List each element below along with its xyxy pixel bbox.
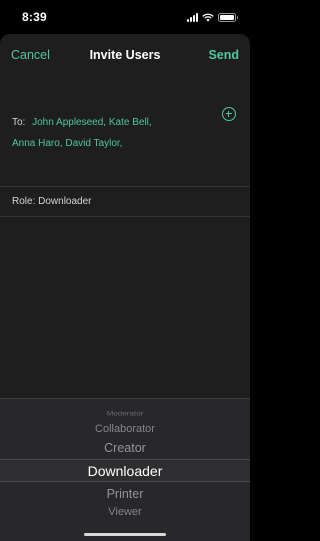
wifi-icon xyxy=(202,13,214,22)
picker-option[interactable]: Viewer xyxy=(0,506,250,518)
picker-option[interactable]: Collaborator xyxy=(0,423,250,435)
status-icons xyxy=(187,12,238,22)
invite-users-sheet: Cancel Invite Users Send To: John Apples… xyxy=(0,34,250,541)
recipient-token[interactable]: Kate Bell, xyxy=(109,117,152,128)
picker-option-selected[interactable]: Downloader xyxy=(0,459,250,482)
recipients-field[interactable]: To: John Appleseed, Kate Bell, Anna Haro… xyxy=(0,76,250,187)
battery-icon xyxy=(218,12,238,22)
recipient-token[interactable]: Anna Haro, xyxy=(12,138,63,149)
recipients-line-2: Anna Haro, David Taylor, xyxy=(12,133,216,154)
navigation-bar: Cancel Invite Users Send xyxy=(0,34,250,76)
status-bar: 8:39 xyxy=(0,0,250,34)
cancel-button[interactable]: Cancel xyxy=(11,48,50,62)
to-prefix-label: To: xyxy=(12,117,26,128)
role-field[interactable]: Role: Downloader xyxy=(0,187,250,217)
send-button[interactable]: Send xyxy=(208,48,239,62)
status-time: 8:39 xyxy=(22,10,47,24)
add-recipient-icon[interactable] xyxy=(222,107,236,121)
role-label: Role: Downloader xyxy=(12,196,92,207)
role-picker[interactable]: Moderator Collaborator Creator Downloade… xyxy=(0,398,250,541)
recipient-token[interactable]: John Appleseed, xyxy=(32,117,106,128)
recipients-line-1: To: John Appleseed, Kate Bell, xyxy=(12,112,216,133)
home-indicator xyxy=(84,533,166,536)
picker-option[interactable]: Creator xyxy=(0,441,250,455)
cellular-signal-icon xyxy=(187,12,198,22)
picker-option[interactable]: Moderator xyxy=(0,410,250,417)
recipient-token[interactable]: David Taylor, xyxy=(65,138,122,149)
picker-option[interactable]: Printer xyxy=(0,487,250,501)
